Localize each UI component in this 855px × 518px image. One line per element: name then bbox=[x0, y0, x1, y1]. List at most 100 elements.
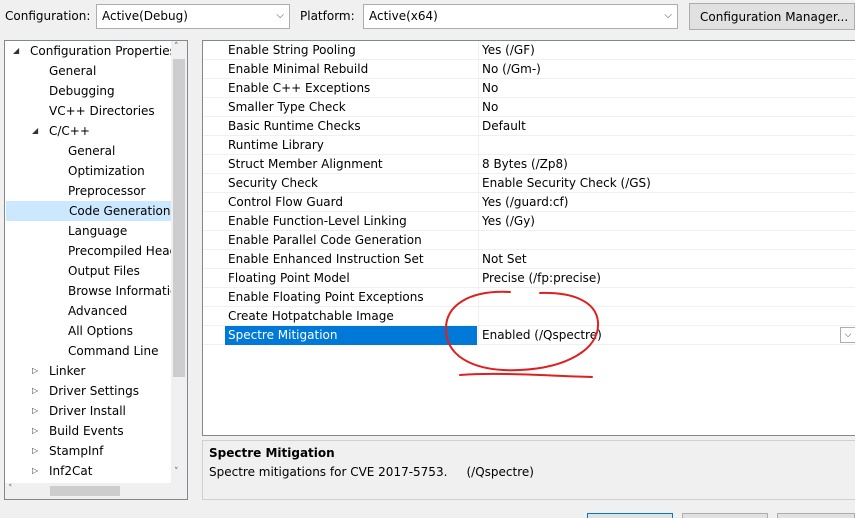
property-row[interactable]: Enable C++ Exceptions No bbox=[203, 79, 855, 98]
tree-item[interactable]: ▷ Inf2Cat bbox=[5, 461, 171, 481]
property-value[interactable]: Default bbox=[478, 117, 855, 136]
property-row[interactable]: Enable Parallel Code Generation bbox=[203, 231, 855, 250]
tree-item[interactable]: General bbox=[5, 61, 171, 81]
property-grid[interactable]: Enable String Pooling Yes (/GF) Enable Min… bbox=[202, 40, 855, 436]
tree-item-label: Driver Settings bbox=[49, 384, 139, 398]
tree-item-label: Code Generation bbox=[69, 204, 171, 218]
tree-item[interactable]: Optimization bbox=[5, 161, 171, 181]
collapsed-chevron-icon[interactable]: ▷ bbox=[32, 361, 38, 381]
property-row[interactable]: Enable Enhanced Instruction Set Not Set bbox=[203, 250, 855, 269]
property-row[interactable]: Create Hotpatchable Image bbox=[203, 307, 855, 326]
tree-item[interactable]: Debugging bbox=[5, 81, 171, 101]
property-row[interactable]: Spectre Mitigation Enabled (/Qspectre) ⌵ bbox=[203, 326, 855, 345]
tree-item[interactable]: Language bbox=[5, 221, 171, 241]
tree-item[interactable]: Precompiled Headers bbox=[5, 241, 171, 261]
property-row[interactable]: Control Flow Guard Yes (/guard:cf) bbox=[203, 193, 855, 212]
property-value[interactable]: Precise (/fp:precise) bbox=[478, 269, 855, 288]
property-name[interactable]: Runtime Library bbox=[225, 136, 477, 155]
property-name[interactable]: Enable Function-Level Linking bbox=[225, 212, 477, 231]
property-name[interactable]: Enable Minimal Rebuild bbox=[225, 60, 477, 79]
tree-item[interactable]: General bbox=[5, 141, 171, 161]
tree-item[interactable]: ◢ C/C++ bbox=[5, 121, 171, 141]
property-value[interactable]: No bbox=[478, 79, 855, 98]
property-row[interactable]: Enable Floating Point Exceptions bbox=[203, 288, 855, 307]
tree-item[interactable]: Preprocessor bbox=[5, 181, 171, 201]
expanded-chevron-icon[interactable]: ◢ bbox=[32, 121, 38, 141]
cancel-button[interactable] bbox=[682, 513, 768, 518]
tree-item[interactable]: ▷ Build Events bbox=[5, 421, 171, 441]
property-value[interactable] bbox=[478, 288, 855, 307]
configuration-manager-button[interactable]: Configuration Manager... bbox=[689, 3, 855, 30]
collapsed-chevron-icon[interactable]: ▷ bbox=[32, 461, 38, 481]
toolbar: Configuration: Active(Debug) ⌵ Platform:… bbox=[0, 0, 855, 34]
property-row[interactable]: Enable Function-Level Linking Yes (/Gy) bbox=[203, 212, 855, 231]
property-value[interactable]: Yes (/GF) bbox=[478, 41, 855, 60]
property-name[interactable]: Spectre Mitigation bbox=[225, 326, 477, 345]
tree-item[interactable]: ▷ StampInf bbox=[5, 441, 171, 461]
ok-button[interactable] bbox=[587, 513, 673, 518]
property-value[interactable]: Yes (/guard:cf) bbox=[478, 193, 855, 212]
tree-horizontal-scrollbar[interactable]: ˂ bbox=[5, 483, 187, 499]
configuration-select[interactable]: Active(Debug) ⌵ bbox=[96, 4, 290, 29]
property-name[interactable]: Enable Enhanced Instruction Set bbox=[225, 250, 477, 269]
collapsed-chevron-icon[interactable]: ▷ bbox=[32, 401, 38, 421]
property-value[interactable] bbox=[478, 307, 855, 326]
property-row[interactable]: Struct Member Alignment 8 Bytes (/Zp8) bbox=[203, 155, 855, 174]
apply-button[interactable] bbox=[777, 513, 855, 518]
tree-item[interactable]: ▷ Driver Settings bbox=[5, 381, 171, 401]
property-name[interactable]: Enable C++ Exceptions bbox=[225, 79, 477, 98]
arrow-up-icon[interactable]: ˄ bbox=[174, 42, 179, 52]
tree-item-label: Debugging bbox=[49, 84, 115, 98]
property-row[interactable]: Basic Runtime Checks Default bbox=[203, 117, 855, 136]
property-row[interactable]: Enable String Pooling Yes (/GF) bbox=[203, 41, 855, 60]
property-row[interactable]: Smaller Type Check No bbox=[203, 98, 855, 117]
property-row[interactable]: Runtime Library bbox=[203, 136, 855, 155]
collapsed-chevron-icon[interactable]: ▷ bbox=[32, 381, 38, 401]
property-value[interactable]: No (/Gm-) bbox=[478, 60, 855, 79]
property-name[interactable]: Enable String Pooling bbox=[225, 41, 477, 60]
tree-item[interactable]: VC++ Directories bbox=[5, 101, 171, 121]
tree-vertical-scrollbar[interactable]: ˄ ˅ bbox=[171, 41, 187, 483]
property-value[interactable]: 8 Bytes (/Zp8) bbox=[478, 155, 855, 174]
property-name[interactable]: Security Check bbox=[225, 174, 477, 193]
tree-hscroll-thumb[interactable] bbox=[50, 486, 120, 496]
property-value[interactable]: Enable Security Check (/GS) bbox=[478, 174, 855, 193]
collapsed-chevron-icon[interactable]: ▷ bbox=[32, 441, 38, 461]
property-value[interactable] bbox=[478, 231, 855, 250]
tree-item[interactable]: Code Generation bbox=[6, 201, 172, 221]
property-tree[interactable]: ◢ Configuration Properties General Debuggin… bbox=[4, 40, 188, 500]
tree-item[interactable]: Command Line bbox=[5, 341, 171, 361]
property-row[interactable]: Security Check Enable Security Check (/GS… bbox=[203, 174, 855, 193]
property-value[interactable]: Enabled (/Qspectre) bbox=[478, 326, 855, 345]
property-name[interactable]: Struct Member Alignment bbox=[225, 155, 477, 174]
property-name[interactable]: Create Hotpatchable Image bbox=[225, 307, 477, 326]
property-name[interactable]: Basic Runtime Checks bbox=[225, 117, 477, 136]
arrow-down-icon[interactable]: ˅ bbox=[174, 467, 179, 477]
expanded-chevron-icon[interactable]: ◢ bbox=[13, 41, 19, 61]
property-name[interactable]: Enable Parallel Code Generation bbox=[225, 231, 477, 250]
tree-item[interactable]: ▷ Linker bbox=[5, 361, 171, 381]
tree-item[interactable]: ▷ Driver Install bbox=[5, 401, 171, 421]
collapsed-chevron-icon[interactable]: ▷ bbox=[32, 421, 38, 441]
property-row[interactable]: Enable Minimal Rebuild No (/Gm-) bbox=[203, 60, 855, 79]
tree-item-label: Advanced bbox=[68, 304, 128, 318]
property-name[interactable]: Enable Floating Point Exceptions bbox=[225, 288, 477, 307]
property-name[interactable]: Smaller Type Check bbox=[225, 98, 477, 117]
arrow-left-icon[interactable]: ˂ bbox=[8, 484, 13, 494]
property-value[interactable] bbox=[478, 136, 855, 155]
property-name[interactable]: Floating Point Model bbox=[225, 269, 477, 288]
property-value[interactable]: Not Set bbox=[478, 250, 855, 269]
property-value[interactable]: Yes (/Gy) bbox=[478, 212, 855, 231]
tree-item[interactable]: All Options bbox=[5, 321, 171, 341]
tree-item[interactable]: Browse Information bbox=[5, 281, 171, 301]
platform-select[interactable]: Active(x64) ⌵ bbox=[363, 4, 678, 29]
property-name[interactable]: Control Flow Guard bbox=[225, 193, 477, 212]
tree-scroll-thumb[interactable] bbox=[173, 59, 185, 377]
tree-item[interactable]: Output Files bbox=[5, 261, 171, 281]
tree-item[interactable]: Advanced bbox=[5, 301, 171, 321]
property-row[interactable]: Floating Point Model Precise (/fp:precise… bbox=[203, 269, 855, 288]
tree-item-label: Command Line bbox=[68, 344, 159, 358]
property-value[interactable]: No bbox=[478, 98, 855, 117]
tree-item[interactable]: ◢ Configuration Properties bbox=[5, 41, 171, 61]
chevron-down-icon[interactable]: ⌵ bbox=[840, 327, 855, 343]
